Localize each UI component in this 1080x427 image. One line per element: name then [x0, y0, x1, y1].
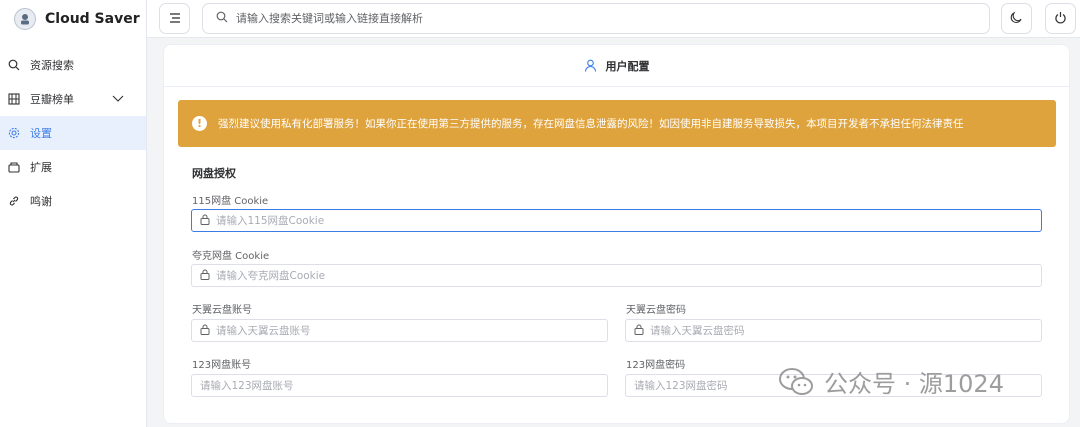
logo-icon	[14, 8, 36, 30]
sidebar-item-search[interactable]: 资源搜索	[0, 48, 146, 82]
menu-toggle-button[interactable]	[159, 3, 190, 34]
tianyi-password-field[interactable]	[625, 319, 1042, 342]
sidebar-item-label: 豆瓣榜单	[30, 93, 74, 106]
warning-alert: ! 强烈建议使用私有化部署服务！如果你正在使用第三方提供的服务，存在网盘信息泄露…	[178, 100, 1056, 147]
wechat-icon	[778, 367, 814, 397]
cookie115-field[interactable]	[191, 209, 1042, 232]
search-icon	[216, 11, 228, 26]
search-icon	[8, 59, 20, 71]
sidebar-item-label: 资源搜索	[30, 59, 74, 72]
tianyi-account-input[interactable]	[216, 324, 583, 337]
sidebar-item-douban[interactable]: 豆瓣榜单	[0, 82, 146, 116]
settings-icon	[8, 127, 20, 139]
watermark: 公众号 · 源1024	[778, 364, 1004, 399]
lock-icon	[200, 214, 210, 228]
alert-text: 强烈建议使用私有化部署服务！如果你正在使用第三方提供的服务，存在网盘信息泄露的风…	[218, 118, 964, 130]
theme-toggle-button[interactable]	[1001, 3, 1032, 34]
cookie115-input[interactable]	[216, 214, 973, 227]
pan123-password-label: 123网盘密码	[626, 360, 686, 371]
sidebar-item-label: 设置	[30, 127, 52, 140]
cookie115-label: 115网盘 Cookie	[192, 196, 269, 207]
search-input[interactable]	[236, 12, 936, 25]
chevron-down-icon[interactable]	[112, 93, 124, 106]
menu-icon	[169, 12, 181, 26]
sidebar-item-label: 鸣谢	[30, 195, 52, 208]
search-bar[interactable]	[202, 3, 990, 34]
quark-label: 夸克网盘 Cookie	[192, 251, 270, 262]
warning-icon: !	[192, 116, 207, 131]
sidebar-nav: 资源搜索 豆瓣榜单 设置 扩展 鸣谢	[0, 48, 146, 218]
user-icon	[584, 59, 597, 72]
sidebar-item-label: 扩展	[30, 161, 52, 174]
sidebar: Cloud Saver 资源搜索 豆瓣榜单 设置 扩展 鸣谢	[0, 0, 147, 427]
pan123-account-label: 123网盘账号	[192, 360, 252, 371]
top-header	[147, 0, 1080, 38]
sidebar-item-thanks[interactable]: 鸣谢	[0, 184, 146, 218]
app-logo[interactable]: Cloud Saver	[0, 0, 146, 38]
watermark-text: 公众号 · 源1024	[824, 370, 1004, 398]
film-icon	[8, 93, 20, 105]
link-icon	[8, 195, 20, 207]
sidebar-item-extension[interactable]: 扩展	[0, 150, 146, 184]
section-title: 网盘授权	[192, 167, 236, 180]
card-title: 用户配置	[605, 59, 650, 73]
tianyi-password-label: 天翼云盘密码	[626, 305, 686, 316]
tianyi-account-label: 天翼云盘账号	[192, 305, 252, 316]
extension-icon	[8, 161, 20, 173]
pan123-account-input[interactable]	[200, 379, 567, 392]
quark-input[interactable]	[216, 269, 973, 282]
moon-icon	[1010, 11, 1023, 27]
power-icon	[1054, 11, 1067, 27]
tianyi-password-input[interactable]	[650, 324, 1017, 337]
pan123-account-field[interactable]	[191, 374, 608, 397]
card-header: 用户配置	[164, 45, 1069, 87]
app-title: Cloud Saver	[45, 11, 140, 27]
lock-icon	[634, 324, 644, 338]
logout-button[interactable]	[1045, 3, 1076, 34]
tianyi-account-field[interactable]	[191, 319, 608, 342]
lock-icon	[200, 269, 210, 283]
quark-field[interactable]	[191, 264, 1042, 287]
sidebar-item-settings[interactable]: 设置	[0, 116, 146, 150]
lock-icon	[200, 324, 210, 338]
